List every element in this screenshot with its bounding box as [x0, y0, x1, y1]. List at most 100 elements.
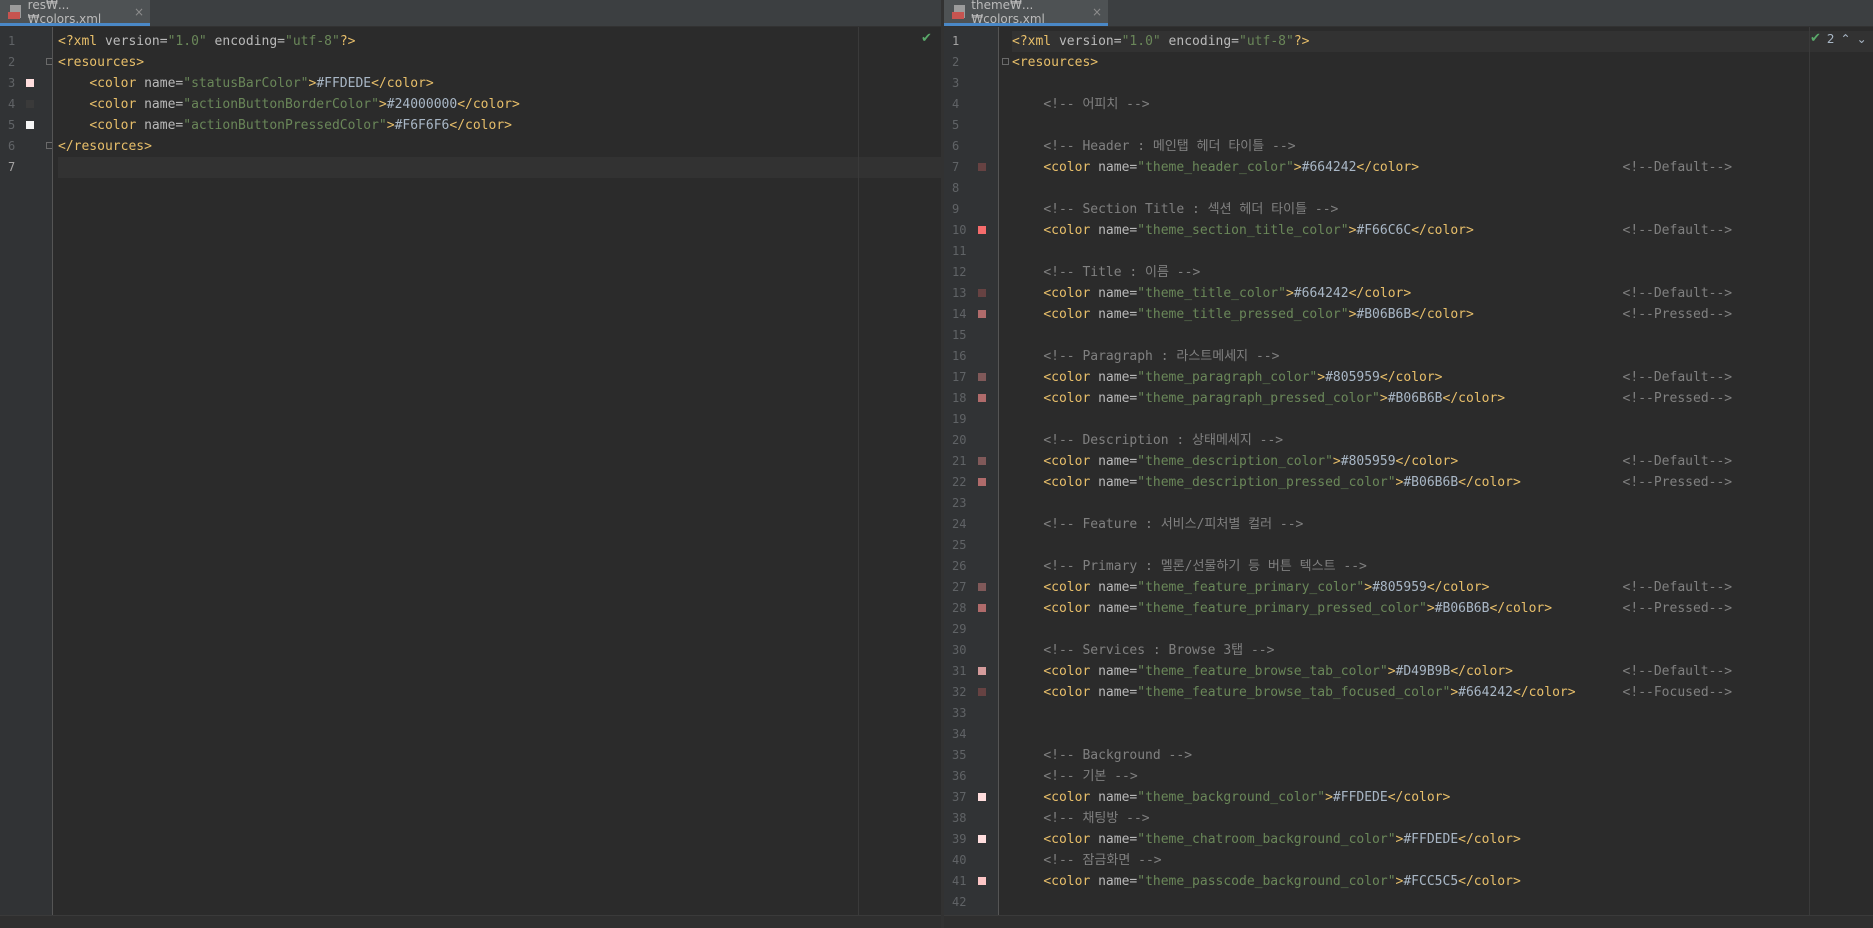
color-swatch-icon[interactable]	[978, 163, 986, 171]
color-swatch-icon[interactable]	[978, 583, 986, 591]
code-line[interactable]: <color name="theme_paragraph_color">#805…	[1012, 367, 1873, 388]
code-line[interactable]: <color name="theme_title_color">#664242<…	[1012, 283, 1873, 304]
code-line[interactable]: <!-- Header : 메인탭 헤더 타이틀 -->	[1012, 136, 1873, 157]
xml-file-icon	[952, 4, 965, 19]
color-swatch-icon[interactable]	[978, 604, 986, 612]
code-line[interactable]	[1012, 409, 1873, 430]
code-line[interactable]: <!-- 잠금화면 -->	[1012, 850, 1873, 871]
code-token: <?xml	[58, 34, 105, 49]
code-line[interactable]: <color name="theme_paragraph_pressed_col…	[1012, 388, 1873, 409]
code-line[interactable]: <color name="statusBarColor">#FFDEDE</co…	[58, 73, 941, 94]
inspection-widget[interactable]: ✔ 2 ⌃ ⌄	[1810, 31, 1867, 46]
code-line[interactable]: <color name="theme_title_pressed_color">…	[1012, 304, 1873, 325]
horizontal-scrollbar[interactable]	[944, 915, 1873, 928]
code-line[interactable]	[1012, 724, 1873, 745]
tab-res-colors-xml[interactable]: res₩...₩colors.xml ×	[0, 0, 150, 26]
code-line[interactable]: <!-- Services : Browse 3탭 -->	[1012, 640, 1873, 661]
color-swatch-icon[interactable]	[978, 667, 986, 675]
code-token: <color	[1043, 475, 1099, 490]
line-number: 28	[944, 598, 998, 619]
code-token: "theme_description_color"	[1137, 454, 1333, 469]
code-line[interactable]	[1012, 892, 1873, 913]
code-line[interactable]: <color name="actionButtonBorderColor">#2…	[58, 94, 941, 115]
code-line[interactable]	[1012, 535, 1873, 556]
code-line[interactable]: <color name="theme_section_title_color">…	[1012, 220, 1873, 241]
code-line[interactable]: <!-- Feature : 서비스/피처별 컬러 -->	[1012, 514, 1873, 535]
code-line[interactable]: <color name="theme_passcode_background_c…	[1012, 871, 1873, 892]
color-swatch-icon[interactable]	[978, 877, 986, 885]
color-swatch-icon[interactable]	[978, 373, 986, 381]
code-token: >	[1379, 391, 1388, 406]
color-swatch-icon[interactable]	[978, 457, 986, 465]
code-token: #664242	[1293, 286, 1349, 301]
code-line[interactable]: <!-- Section Title : 섹션 헤더 타이틀 -->	[1012, 199, 1873, 220]
code-line[interactable]: <!-- Background -->	[1012, 745, 1873, 766]
code-token: <!--Default-->	[1622, 664, 1733, 679]
code-line[interactable]: <!-- Title : 이름 -->	[1012, 262, 1873, 283]
color-swatch-icon[interactable]	[978, 835, 986, 843]
code-token: <color	[89, 76, 145, 91]
code-line[interactable]: <!-- Description : 상태메세지 -->	[1012, 430, 1873, 451]
code-editor[interactable]: <?xml version="1.0" encoding="utf-8"?> <r…	[1012, 27, 1873, 916]
code-line[interactable]	[1012, 73, 1873, 94]
code-line[interactable]	[1012, 619, 1873, 640]
code-line[interactable]	[1012, 115, 1873, 136]
code-line[interactable]	[1012, 493, 1873, 514]
color-swatch-icon[interactable]	[26, 121, 34, 129]
code-line[interactable]: <color name="theme_feature_browse_tab_fo…	[1012, 682, 1873, 703]
code-token: </color>	[1395, 454, 1459, 469]
color-swatch-icon[interactable]	[978, 394, 986, 402]
color-swatch-icon[interactable]	[978, 310, 986, 318]
line-number-label: 1	[952, 34, 960, 48]
tab-theme-colors-xml[interactable]: theme₩...₩colors.xml ×	[944, 0, 1108, 26]
code-line[interactable]: <color name="theme_chatroom_background_c…	[1012, 829, 1873, 850]
code-line[interactable]: <color name="theme_description_pressed_c…	[1012, 472, 1873, 493]
color-swatch-icon[interactable]	[26, 79, 34, 87]
code-line[interactable]: <color name="theme_header_color">#664242…	[1012, 157, 1873, 178]
code-line[interactable]: <color name="theme_feature_primary_color…	[1012, 577, 1873, 598]
code-line[interactable]: <resources>	[58, 52, 941, 73]
chevron-up-icon[interactable]: ⌃	[1841, 32, 1851, 46]
code-line[interactable]: <color name="theme_description_color">#8…	[1012, 451, 1873, 472]
checkmark-icon[interactable]: ✔	[921, 31, 932, 46]
code-editor[interactable]: <?xml version="1.0" encoding="utf-8"?> <r…	[58, 27, 941, 916]
code-line[interactable]: <!-- 기본 -->	[1012, 766, 1873, 787]
code-line[interactable]: <?xml version="1.0" encoding="utf-8"?>	[58, 31, 941, 52]
color-swatch-icon[interactable]	[978, 226, 986, 234]
color-swatch-icon[interactable]	[978, 289, 986, 297]
fold-marker-icon[interactable]	[1002, 58, 1009, 65]
code-line[interactable]: <color name="theme_feature_browse_tab_co…	[1012, 661, 1873, 682]
color-swatch-icon[interactable]	[978, 688, 986, 696]
line-number: 22	[944, 472, 998, 493]
code-line[interactable]: <color name="theme_background_color">#FF…	[1012, 787, 1873, 808]
code-line[interactable]: <!-- Primary : 멜론/선물하기 등 버튼 텍스트 -->	[1012, 556, 1873, 577]
code-line[interactable]: <resources>	[1012, 52, 1873, 73]
code-token: name=	[1098, 601, 1138, 616]
code-line[interactable]	[1012, 178, 1873, 199]
code-line[interactable]: <color name="actionButtonPressedColor">#…	[58, 115, 941, 136]
code-line[interactable]	[1012, 241, 1873, 262]
code-line[interactable]: <!-- Paragraph : 라스트메세지 -->	[1012, 346, 1873, 367]
code-line[interactable]: <!-- 채팅방 -->	[1012, 808, 1873, 829]
code-line[interactable]: <color name="theme_feature_primary_press…	[1012, 598, 1873, 619]
line-number-gutter[interactable]: 1 2 3 4 5 6 7	[0, 27, 53, 916]
code-line[interactable]	[1012, 325, 1873, 346]
color-swatch-icon[interactable]	[978, 478, 986, 486]
code-line[interactable]	[1012, 703, 1873, 724]
close-tab-icon[interactable]: ×	[134, 5, 144, 19]
code-line[interactable]: </resources>	[58, 136, 941, 157]
close-tab-icon[interactable]: ×	[1092, 5, 1102, 19]
code-line[interactable]: <?xml version="1.0" encoding="utf-8"?>	[1012, 31, 1873, 52]
horizontal-scrollbar[interactable]	[0, 915, 941, 928]
chevron-down-icon[interactable]: ⌄	[1857, 32, 1867, 46]
code-line[interactable]: <!-- 어피치 -->	[1012, 94, 1873, 115]
code-line[interactable]	[58, 157, 941, 178]
right-margin-guide	[858, 27, 859, 916]
color-swatch-icon[interactable]	[978, 793, 986, 801]
line-number-gutter[interactable]: 1 2 3 4 5 6 7 8 9 10 11 12 13 14 15 16 17 18 19 20 21 22 23 24 2…	[944, 27, 1009, 916]
color-swatch-icon[interactable]	[26, 100, 34, 108]
